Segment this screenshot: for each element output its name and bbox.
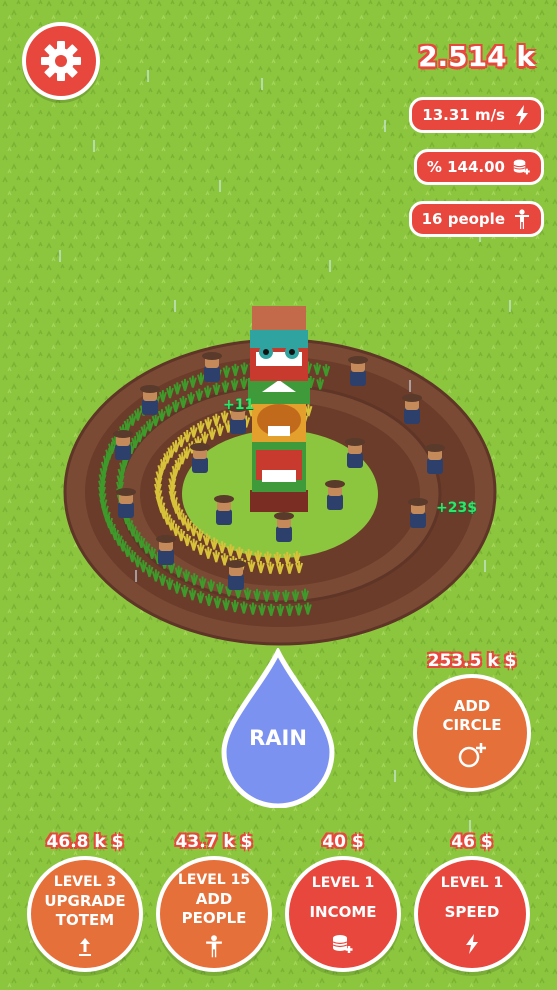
- lightning-icon: [513, 105, 531, 125]
- coins-plus-icon: [332, 935, 353, 953]
- gear-icon: [41, 41, 81, 81]
- people-value: 16 people: [421, 210, 505, 228]
- income-button[interactable]: LEVEL 1 INCOME: [285, 856, 401, 972]
- income-percent-pill: % 144.00: [413, 149, 544, 185]
- floating-money-gain: +23$: [436, 500, 477, 516]
- income-price: 40 $: [322, 832, 364, 852]
- settings-button[interactable]: [22, 22, 100, 100]
- speed-price: 46 $: [451, 832, 493, 852]
- speed-line1: SPEED: [444, 903, 500, 921]
- villager: [140, 385, 160, 415]
- income-percent-value: % 144.00: [426, 158, 505, 176]
- add-people-price: 43.7 k $: [175, 832, 253, 852]
- income-line1: INCOME: [309, 903, 377, 921]
- arrow-up-icon: [79, 937, 91, 956]
- villager: [156, 535, 176, 565]
- person-icon: [513, 209, 531, 229]
- add-circle-button[interactable]: ADD CIRCLE: [413, 674, 531, 792]
- add-circle-price: 253.5 k $: [427, 651, 517, 671]
- upgrade-totem-price: 46.8 k $: [46, 832, 124, 852]
- speed-level: LEVEL 1: [440, 875, 504, 891]
- lightning-icon: [466, 934, 478, 954]
- rain-label: RAIN: [249, 726, 307, 750]
- villager: [348, 356, 368, 386]
- circle-plus-icon: [458, 743, 486, 768]
- villager: [402, 394, 422, 424]
- money-counter: 2.514 k: [418, 40, 535, 73]
- villager: [226, 560, 246, 590]
- rate-value: 13.31 m/s: [422, 106, 505, 124]
- rate-pill: 13.31 m/s: [409, 97, 544, 133]
- upgrade-totem-line2: TOTEM: [55, 910, 115, 929]
- villager: [214, 495, 234, 525]
- upgrade-totem-level: LEVEL 3: [53, 873, 117, 890]
- villager: [113, 430, 133, 460]
- villager: [408, 498, 428, 528]
- villager: [274, 512, 294, 542]
- floating-people-gain: +11: [223, 397, 255, 413]
- add-people-line2: PEOPLE: [181, 908, 247, 927]
- upgrade-totem-button[interactable]: LEVEL 3 UPGRADE TOTEM: [27, 856, 143, 972]
- speed-button[interactable]: LEVEL 1 SPEED: [414, 856, 530, 972]
- villager: [345, 438, 365, 468]
- villager: [190, 443, 210, 473]
- rain-button[interactable]: RAIN: [220, 646, 336, 809]
- villager: [116, 488, 136, 518]
- upgrade-totem-line1: UPGRADE: [44, 891, 126, 910]
- add-people-button[interactable]: LEVEL 15 ADD PEOPLE: [156, 856, 272, 972]
- person-icon: [206, 934, 222, 957]
- villager: [425, 444, 445, 474]
- people-pill: 16 people: [408, 201, 544, 237]
- coins-plus-icon: [513, 157, 531, 177]
- add-circle-line2: CIRCLE: [442, 716, 502, 734]
- add-circle-line1: ADD: [453, 697, 491, 715]
- add-people-line1: ADD: [195, 889, 233, 908]
- villager: [325, 480, 345, 510]
- totem-pole: [248, 306, 310, 512]
- income-level: LEVEL 1: [311, 875, 375, 891]
- villager: [202, 352, 222, 382]
- add-people-level: LEVEL 15: [177, 871, 251, 888]
